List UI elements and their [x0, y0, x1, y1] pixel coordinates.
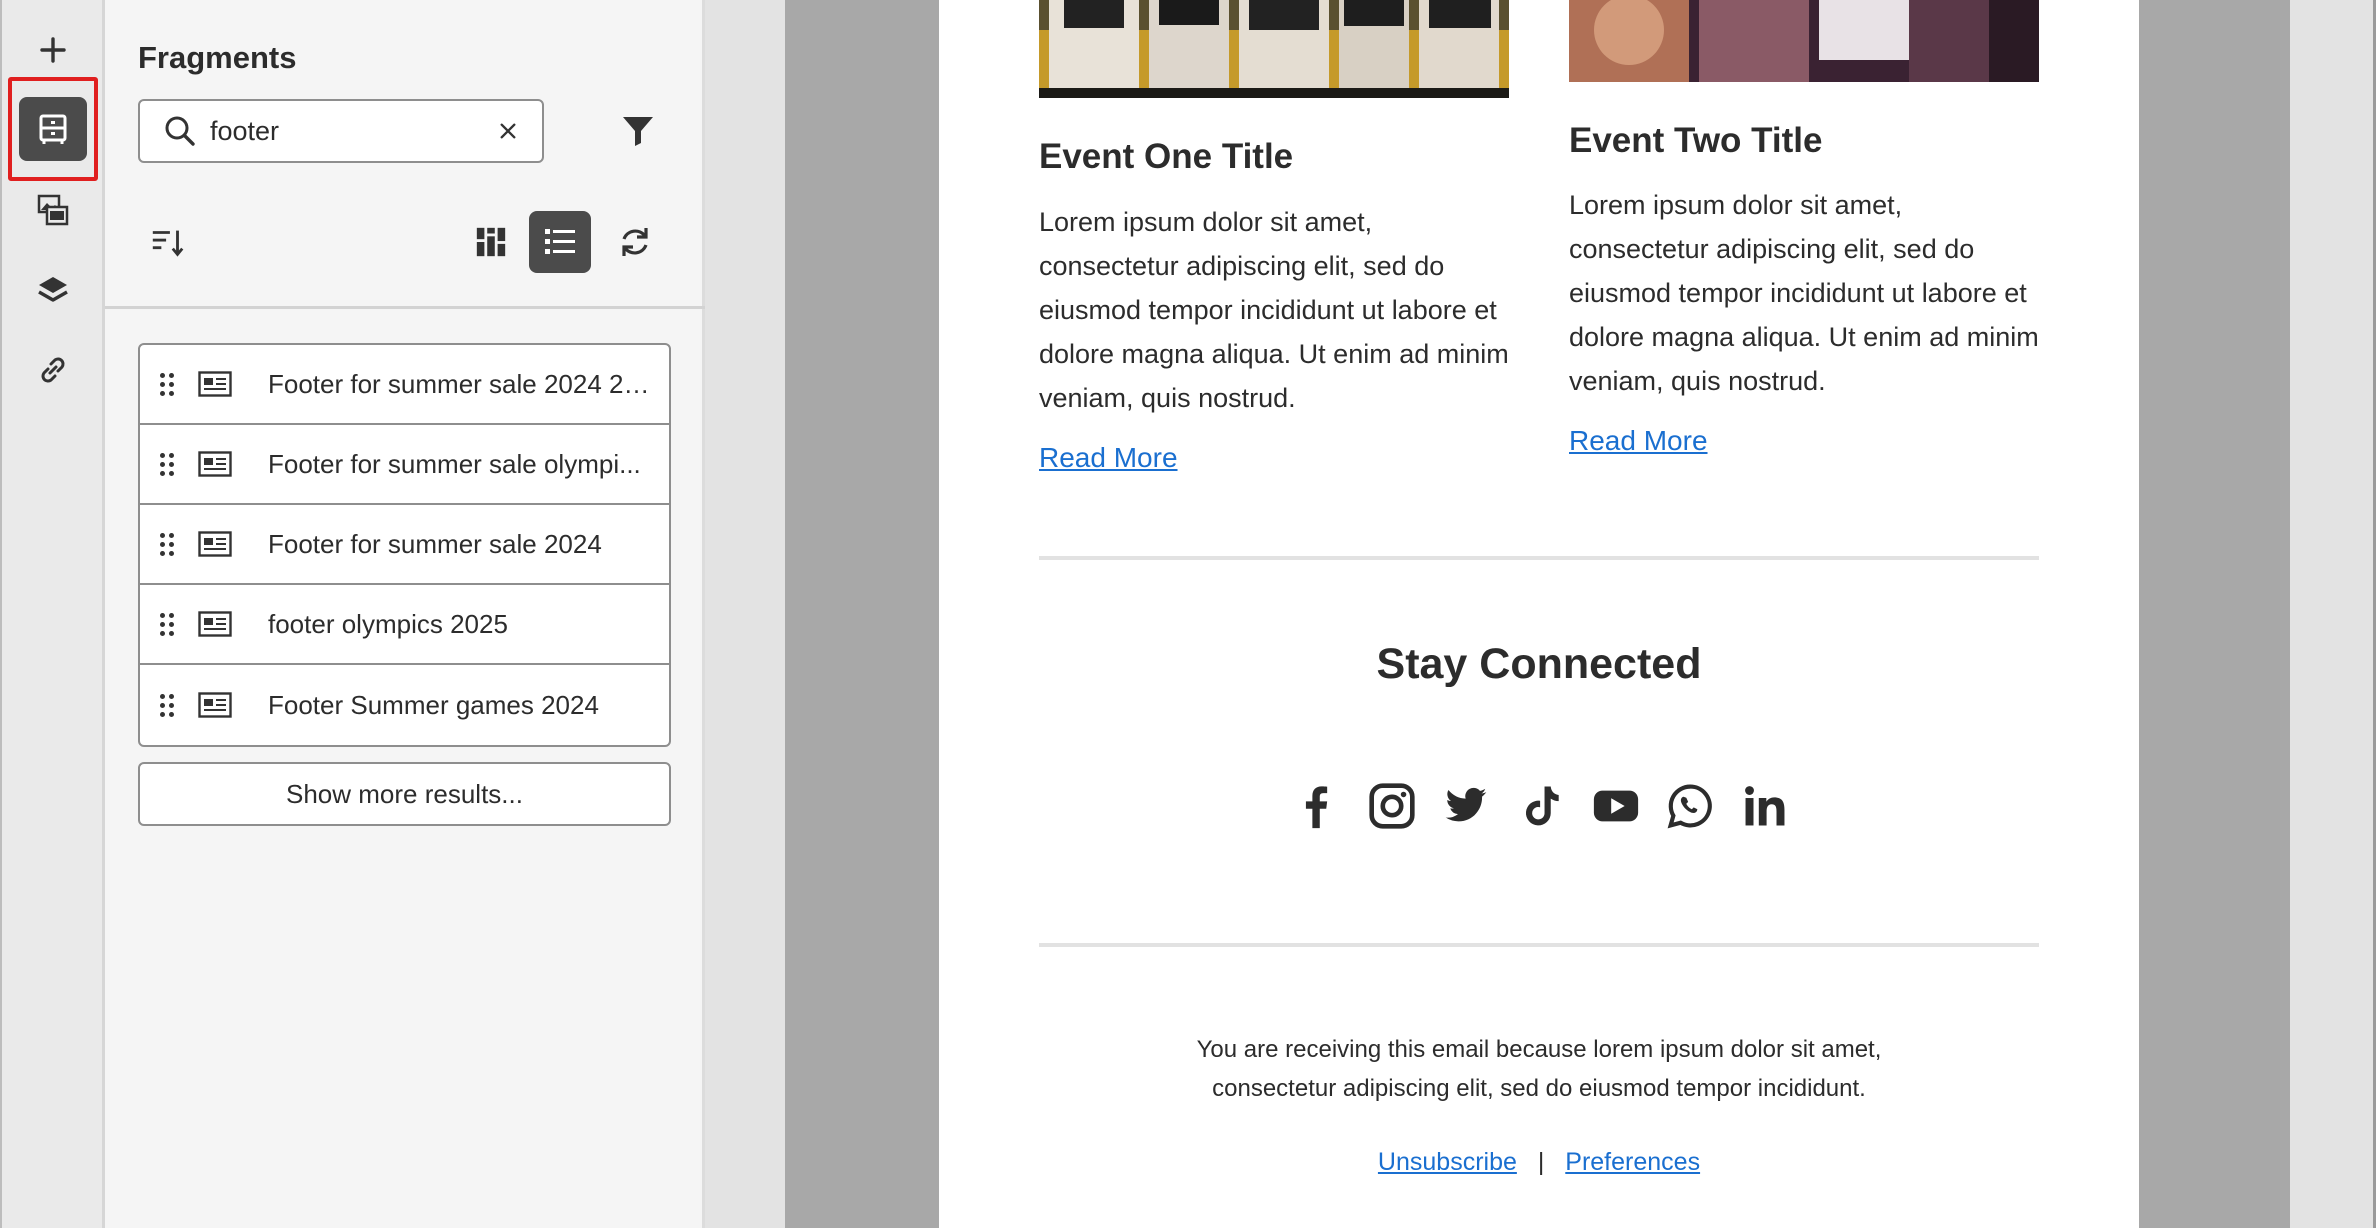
stay-connected-heading: Stay Connected — [1376, 640, 1702, 688]
list-item[interactable]: Footer for summer sale 2024 20... — [140, 345, 669, 425]
search-input[interactable] — [210, 115, 510, 147]
event-one-body: Lorem ipsum dolor sit amet, consectetur … — [1039, 207, 1509, 413]
clear-icon[interactable] — [492, 115, 524, 147]
panel-divider — [105, 306, 705, 309]
fragment-icon — [198, 611, 232, 637]
tiktok-icon[interactable] — [1515, 780, 1567, 832]
highlight-box — [8, 77, 98, 181]
filter-icon[interactable] — [613, 106, 663, 156]
list-item[interactable]: Footer Summer games 2024 — [140, 665, 669, 745]
search-icon — [165, 116, 195, 146]
preferences-link[interactable]: Preferences — [1565, 1148, 1700, 1176]
list-item-label: footer olympics 2025 — [268, 608, 508, 639]
event-one-title: Event One Title — [1039, 137, 1294, 176]
event-two-body: Lorem ipsum dolor sit amet, consectetur … — [1569, 190, 2039, 396]
list-item[interactable]: Footer for summer sale 2024 — [140, 505, 669, 585]
drag-handle-icon[interactable] — [160, 532, 174, 556]
fragment-icon — [198, 531, 232, 557]
link-icon[interactable] — [19, 338, 87, 402]
divider — [1039, 943, 2039, 947]
list-item[interactable]: Footer for summer sale olympi... — [140, 425, 669, 505]
youtube-icon[interactable] — [1590, 780, 1642, 832]
show-more-button[interactable]: Show more results... — [138, 762, 671, 826]
fragments-panel: Fragments Footer for summer sale 2024 20… — [105, 0, 705, 1228]
unsubscribe-link[interactable]: Unsubscribe — [1378, 1148, 1517, 1176]
footer-disclaimer: You are receiving this email because lor… — [1196, 1036, 1882, 1102]
assets-icon[interactable] — [19, 178, 87, 242]
plus-icon[interactable] — [19, 18, 87, 82]
whatsapp-icon[interactable] — [1664, 780, 1716, 832]
drag-handle-icon[interactable] — [160, 452, 174, 476]
event-two-read-more-link[interactable]: Read More — [1569, 425, 1708, 457]
panel-title: Fragments — [138, 40, 297, 75]
search-field[interactable] — [138, 99, 544, 163]
list-item-label: Footer for summer sale 2024 20... — [268, 368, 653, 399]
list-item-label: Footer for summer sale 2024 — [268, 528, 602, 559]
left-rail — [0, 0, 105, 1228]
fragment-icon — [198, 692, 232, 718]
layers-icon[interactable] — [19, 258, 87, 322]
grid-view-icon[interactable] — [460, 211, 522, 273]
separator: | — [1537, 1148, 1545, 1176]
event-two-image[interactable] — [1569, 0, 2039, 82]
event-two-title: Event Two Title — [1569, 121, 1823, 160]
fragment-icon — [198, 371, 232, 397]
list-item[interactable]: footer olympics 2025 — [140, 585, 669, 665]
drag-handle-icon[interactable] — [160, 372, 174, 396]
twitter-icon[interactable] — [1440, 780, 1492, 832]
list-item-label: Footer for summer sale olympi... — [268, 448, 641, 479]
footer-links: Unsubscribe | Preferences — [1339, 1148, 1739, 1177]
list-view-icon[interactable] — [529, 211, 591, 273]
event-one-read-more-link[interactable]: Read More — [1039, 442, 1178, 474]
results-list: Footer for summer sale 2024 20... Footer… — [138, 343, 671, 747]
linkedin-icon[interactable] — [1739, 780, 1791, 832]
sort-icon[interactable] — [137, 211, 199, 273]
list-item-label: Footer Summer games 2024 — [268, 689, 599, 720]
divider — [1039, 556, 2039, 560]
drag-handle-icon[interactable] — [160, 693, 174, 717]
facebook-icon[interactable] — [1291, 780, 1343, 832]
event-one-image[interactable] — [1039, 0, 1509, 98]
fragment-icon — [198, 451, 232, 477]
drag-handle-icon[interactable] — [160, 612, 174, 636]
social-icons — [1291, 780, 1791, 832]
refresh-icon[interactable] — [604, 211, 666, 273]
instagram-icon[interactable] — [1366, 780, 1418, 832]
